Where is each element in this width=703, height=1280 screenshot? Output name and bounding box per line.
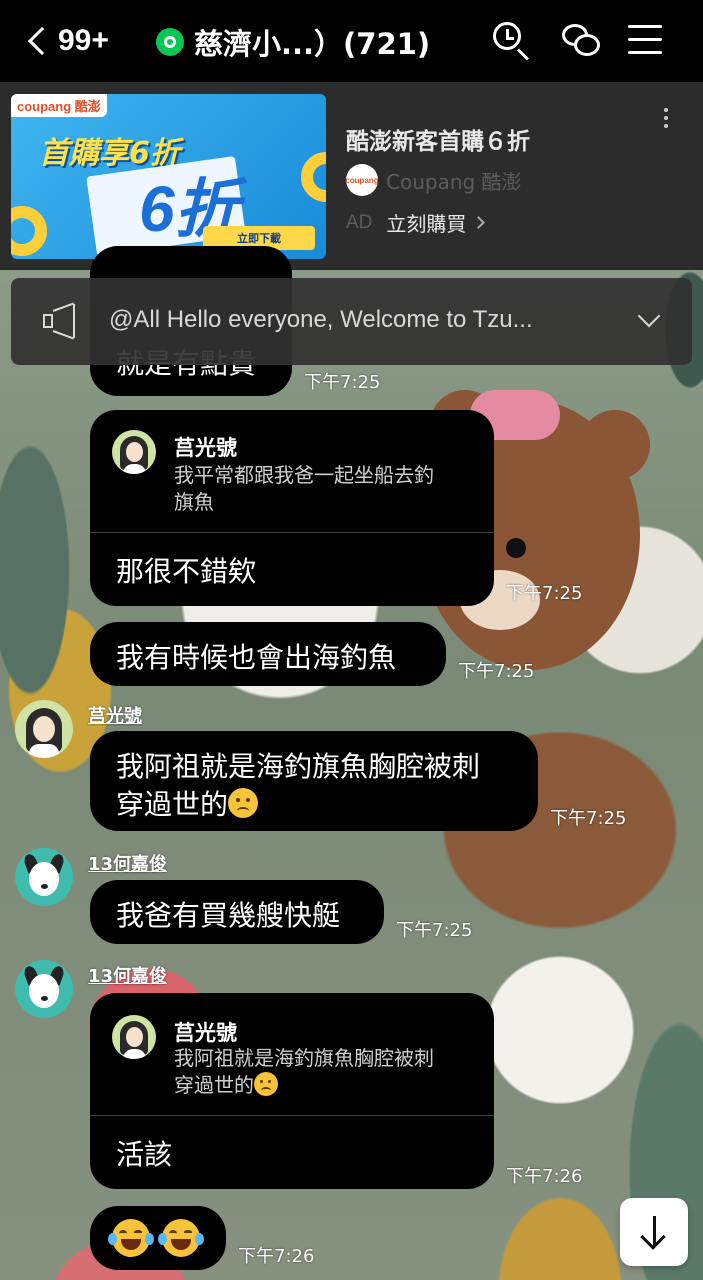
menu-icon[interactable] <box>628 25 662 57</box>
reply-divider <box>90 1115 494 1116</box>
message-bubble[interactable]: 我阿祖就是海釣旗魚胸腔被刺 穿過世的 <box>90 731 538 831</box>
ad-cta-label: 立刻購買 <box>386 212 467 236</box>
ad-brand: coupang Coupang 酷澎 <box>345 164 522 196</box>
message-time: 下午7:25 <box>304 372 381 393</box>
chevron-down-icon[interactable] <box>637 304 661 328</box>
sender-name[interactable]: 13何嘉俊 <box>88 962 167 988</box>
ad-label: AD <box>346 211 373 233</box>
quoted-text: 我平常都跟我爸一起坐船去釣 旗魚 <box>174 463 434 514</box>
laughing-tears-emoji <box>158 1219 204 1257</box>
message-bubble[interactable] <box>90 1206 226 1270</box>
back-button[interactable]: 99+ <box>22 18 109 64</box>
avatar[interactable] <box>15 848 73 906</box>
megaphone-icon <box>43 302 85 340</box>
laughing-tears-emoji <box>108 1219 154 1257</box>
message-time: 下午7:25 <box>458 661 535 682</box>
chat-header: 99+ 慈濟小...）(721) <box>0 0 703 82</box>
unread-count: 99+ <box>58 24 109 57</box>
message-time: 下午7:25 <box>396 920 473 941</box>
message-text: 活該 <box>116 1138 173 1171</box>
more-options-icon[interactable] <box>664 108 670 132</box>
message-text-line: 穿過世的 <box>116 788 229 821</box>
coupang-logo: coupang <box>345 164 379 196</box>
chat-bubbles-icon[interactable] <box>560 20 602 62</box>
quoted-user-name: 莒光號 <box>174 436 237 460</box>
message-text: 我有時候也會出海釣魚 <box>116 641 397 674</box>
scroll-to-bottom-button[interactable] <box>620 1198 688 1266</box>
group-title[interactable]: 慈濟小...）(721) <box>156 20 430 64</box>
quoted-user-avatar <box>112 1015 156 1059</box>
quoted-user-name: 莒光號 <box>174 1021 237 1045</box>
message-bubble[interactable]: 我有時候也會出海釣魚 <box>90 622 446 686</box>
bear-eye-decoration <box>506 538 526 558</box>
message-time: 下午7:26 <box>506 1166 583 1187</box>
announcement-text: @All Hello everyone, Welcome to Tzu... <box>109 306 533 333</box>
search-history-icon[interactable] <box>490 20 532 62</box>
ad-image-brand: coupang 酷澎 <box>11 94 107 117</box>
message-bubble[interactable]: 我爸有買幾艘快艇 <box>90 880 384 944</box>
quoted-user-avatar <box>112 430 156 474</box>
quoted-text-line: 我阿祖就是海釣旗魚胸腔被刺 <box>174 1046 434 1070</box>
avatar[interactable] <box>15 960 73 1018</box>
message-time: 下午7:26 <box>238 1246 315 1267</box>
message-text: 我爸有買幾艘快艇 <box>116 899 341 932</box>
ad-cta-row: AD 立刻購買 <box>346 208 486 237</box>
reply-message-bubble[interactable]: 莒光號 我阿祖就是海釣旗魚胸腔被刺 穿過世的 活該 <box>90 993 494 1189</box>
message-text-line-2: 穿過世的 <box>116 783 259 823</box>
message-time: 下午7:25 <box>550 808 627 829</box>
quoted-text-line: 穿過世的 <box>174 1073 254 1097</box>
sad-face-emoji <box>254 1072 278 1096</box>
chevron-right-icon <box>472 216 486 229</box>
message-text: 那很不錯欸 <box>116 555 257 588</box>
avatar[interactable] <box>15 700 73 758</box>
openchat-icon <box>156 28 184 56</box>
quoted-text-line-2: 穿過世的 <box>174 1072 278 1099</box>
sad-face-emoji <box>228 788 259 818</box>
announcement-bar[interactable]: @All Hello everyone, Welcome to Tzu... <box>11 278 692 365</box>
message-text-line: 我阿祖就是海釣旗魚胸腔被刺 <box>116 750 481 783</box>
ad-brand-name: Coupang 酷澎 <box>386 169 522 194</box>
message-time: 下午7:25 <box>506 583 583 604</box>
ad-title: 酷澎新客首購６折 <box>346 129 530 155</box>
ad-banner[interactable]: coupang 酷澎 首購享6折 6折 立即下載 酷澎新客首購６折 coupan… <box>0 82 703 270</box>
sender-name[interactable]: 莒光號 <box>88 702 142 728</box>
reply-message-bubble[interactable]: 莒光號 我平常都跟我爸一起坐船去釣 旗魚 那很不錯欸 <box>90 410 494 606</box>
chevron-left-icon <box>27 26 57 56</box>
ad-cta-link[interactable]: 立刻購買 <box>386 208 486 237</box>
reply-divider <box>90 532 494 533</box>
sender-name[interactable]: 13何嘉俊 <box>88 850 167 876</box>
ad-image[interactable]: coupang 酷澎 首購享6折 6折 立即下載 <box>11 94 326 259</box>
group-name: 慈濟小...）(721) <box>194 27 431 61</box>
arrow-down-icon-head <box>640 1224 666 1250</box>
